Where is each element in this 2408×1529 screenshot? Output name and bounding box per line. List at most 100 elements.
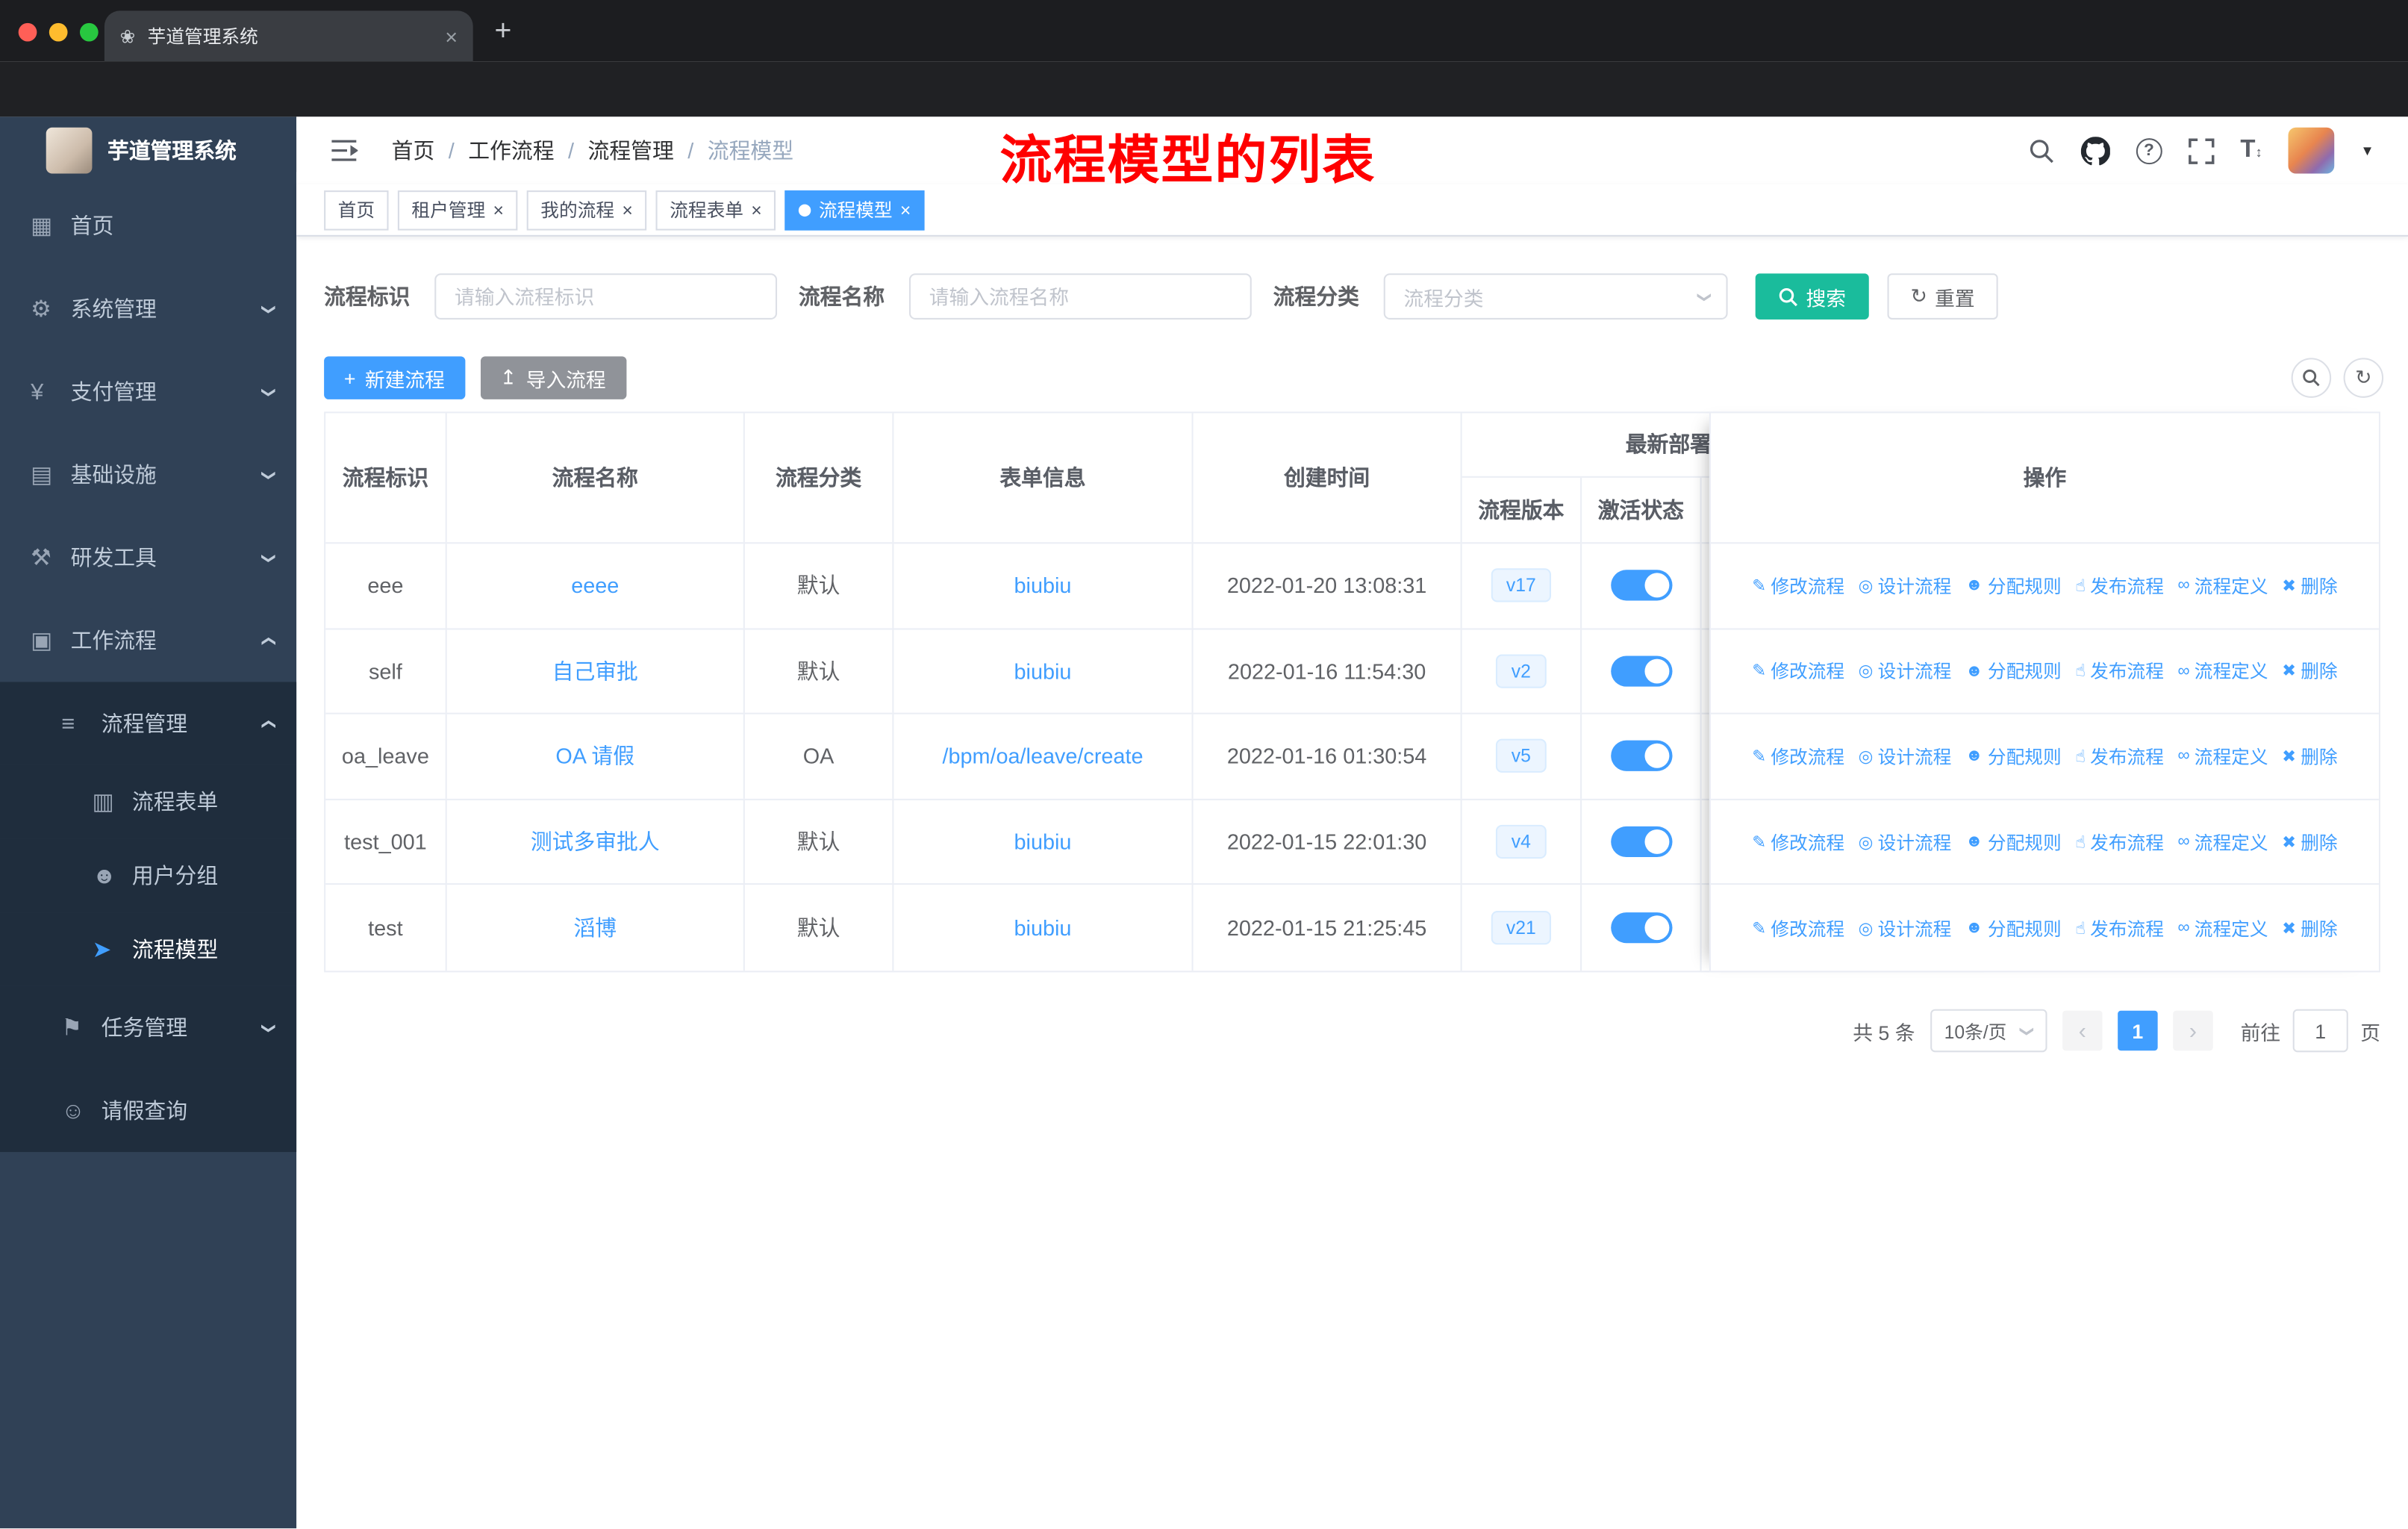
sidebar-item-9[interactable]: ➤ 流程模型: [0, 912, 297, 986]
action-definition-link[interactable]: ∞ 流程定义: [2177, 915, 2268, 941]
tag-close-icon[interactable]: ×: [493, 200, 503, 219]
create-process-button[interactable]: + 新建流程: [324, 356, 465, 399]
action-assign-link[interactable]: ☻ 分配规则: [1965, 915, 2062, 941]
search-icon[interactable]: [2028, 137, 2054, 164]
action-definition-link[interactable]: ∞ 流程定义: [2177, 573, 2268, 599]
sidebar-item-4[interactable]: ⚒ 研发工具 ❯: [0, 516, 296, 599]
active-toggle[interactable]: [1610, 826, 1672, 858]
sidebar-item-10[interactable]: ⚑ 任务管理 ❯: [0, 985, 297, 1069]
prev-page-button[interactable]: ‹: [2062, 1010, 2103, 1051]
action-design-link[interactable]: ◎ 设计流程: [1859, 829, 1952, 855]
cell-category: 默认: [745, 800, 894, 884]
sidebar-item-1[interactable]: ⚙ 系统管理 ❯: [0, 267, 296, 350]
sidebar-item-0[interactable]: ▦ 首页: [0, 184, 296, 267]
avatar[interactable]: [2288, 127, 2335, 174]
sidebar-item-7[interactable]: ▥ 流程表单: [0, 764, 297, 839]
fullscreen-icon[interactable]: [2188, 137, 2215, 164]
action-assign-link[interactable]: ☻ 分配规则: [1965, 573, 2062, 599]
action-delete-link[interactable]: ✖ 删除: [2282, 915, 2338, 941]
tag-1[interactable]: 租户管理 ×: [397, 190, 518, 230]
process-name-link[interactable]: 滔博: [573, 912, 617, 943]
action-delete-link[interactable]: ✖ 删除: [2282, 744, 2338, 770]
maximize-window-button[interactable]: [79, 22, 99, 42]
filter-name-input[interactable]: [908, 273, 1252, 320]
action-design-link[interactable]: ◎ 设计流程: [1859, 573, 1952, 599]
tag-3[interactable]: 流程表单 ×: [655, 190, 776, 230]
breadcrumb-flow-manage[interactable]: 流程管理: [588, 135, 674, 166]
avatar-caret-icon[interactable]: ▼: [2360, 143, 2374, 158]
minimize-window-button[interactable]: [49, 22, 68, 42]
action-edit-link[interactable]: ✎ 修改流程: [1752, 915, 1844, 941]
action-edit-link[interactable]: ✎ 修改流程: [1752, 829, 1844, 855]
tag-0[interactable]: 首页: [324, 190, 389, 230]
action-edit-link[interactable]: ✎ 修改流程: [1752, 658, 1844, 684]
filter-category-select[interactable]: 流程分类 ❯: [1383, 273, 1728, 320]
action-assign-link[interactable]: ☻ 分配规则: [1965, 829, 2062, 855]
process-name-link[interactable]: eeee: [571, 573, 619, 598]
process-name-link[interactable]: OA 请假: [555, 741, 634, 772]
page-size-select[interactable]: 10条/页 ❯: [1930, 1009, 2047, 1053]
tag-close-icon[interactable]: ×: [900, 200, 911, 219]
action-publish-link[interactable]: ☝ 发布流程: [2075, 744, 2164, 770]
hamburger-icon[interactable]: [330, 138, 358, 163]
form-info-link[interactable]: biubiu: [1014, 916, 1072, 941]
font-size-icon[interactable]: T↕: [2240, 137, 2262, 164]
sidebar-item-11[interactable]: ☺ 请假查询: [0, 1068, 297, 1153]
action-definition-link[interactable]: ∞ 流程定义: [2177, 744, 2268, 770]
next-page-button[interactable]: ›: [2173, 1010, 2213, 1051]
tag-4[interactable]: 流程模型 ×: [785, 190, 925, 230]
process-name-link[interactable]: 自己审批: [552, 655, 638, 686]
form-info-link[interactable]: biubiu: [1014, 573, 1072, 598]
definition-icon: ∞: [2177, 832, 2190, 851]
active-toggle[interactable]: [1610, 912, 1672, 944]
close-window-button[interactable]: [18, 22, 37, 42]
action-publish-link[interactable]: ☝ 发布流程: [2075, 658, 2164, 684]
sidebar-item-5[interactable]: ▣ 工作流程 ❯: [0, 599, 296, 682]
form-info-link[interactable]: biubiu: [1014, 658, 1072, 683]
breadcrumb-workflow[interactable]: 工作流程: [468, 135, 554, 166]
goto-page-input[interactable]: [2292, 1009, 2348, 1053]
action-edit-link[interactable]: ✎ 修改流程: [1752, 744, 1844, 770]
sidebar-item-2[interactable]: ¥ 支付管理 ❯: [0, 350, 296, 433]
tag-close-icon[interactable]: ×: [622, 200, 632, 219]
action-delete-link[interactable]: ✖ 删除: [2282, 658, 2338, 684]
reset-button[interactable]: ↻ 重置: [1887, 273, 1998, 320]
tag-close-icon[interactable]: ×: [751, 200, 761, 219]
sidebar-item-8[interactable]: ☻ 用户分组: [0, 838, 297, 913]
current-page-button[interactable]: 1: [2118, 1010, 2158, 1051]
sidebar-item-3[interactable]: ▤ 基础设施 ❯: [0, 433, 296, 516]
action-assign-link[interactable]: ☻ 分配规则: [1965, 744, 2062, 770]
action-assign-link[interactable]: ☻ 分配规则: [1965, 658, 2062, 684]
form-info-link[interactable]: /bpm/oa/leave/create: [942, 744, 1143, 769]
action-publish-link[interactable]: ☝ 发布流程: [2075, 915, 2164, 941]
action-definition-link[interactable]: ∞ 流程定义: [2177, 658, 2268, 684]
header-active-status: 激活状态: [1582, 476, 1702, 543]
action-publish-link[interactable]: ☝ 发布流程: [2075, 573, 2164, 599]
form-info-link[interactable]: biubiu: [1014, 829, 1072, 854]
import-process-button[interactable]: ↥ 导入流程: [480, 356, 626, 399]
browser-tab[interactable]: ❀ 芋道管理系统 ×: [104, 10, 473, 62]
github-icon[interactable]: [2080, 136, 2110, 165]
action-design-link[interactable]: ◎ 设计流程: [1859, 915, 1952, 941]
tab-close-icon[interactable]: ×: [445, 24, 458, 49]
show-search-button[interactable]: [2291, 358, 2332, 398]
refresh-table-button[interactable]: ↻: [2343, 358, 2384, 398]
active-toggle[interactable]: [1610, 570, 1672, 602]
sidebar-item-6[interactable]: ≡ 流程管理 ❯: [0, 682, 297, 765]
active-toggle[interactable]: [1610, 741, 1672, 772]
action-design-link[interactable]: ◎ 设计流程: [1859, 744, 1952, 770]
action-edit-link[interactable]: ✎ 修改流程: [1752, 573, 1844, 599]
action-delete-link[interactable]: ✖ 删除: [2282, 573, 2338, 599]
action-delete-link[interactable]: ✖ 删除: [2282, 829, 2338, 855]
breadcrumb-home[interactable]: 首页: [392, 135, 435, 166]
new-tab-button[interactable]: +: [494, 17, 511, 46]
filter-key-input[interactable]: [434, 273, 778, 320]
search-button[interactable]: 搜索: [1755, 273, 1869, 320]
tag-2[interactable]: 我的流程 ×: [526, 190, 647, 230]
help-icon[interactable]: ?: [2136, 137, 2162, 164]
process-name-link[interactable]: 测试多审批人: [531, 826, 660, 857]
action-publish-link[interactable]: ☝ 发布流程: [2075, 829, 2164, 855]
action-design-link[interactable]: ◎ 设计流程: [1859, 658, 1952, 684]
active-toggle[interactable]: [1610, 655, 1672, 687]
action-definition-link[interactable]: ∞ 流程定义: [2177, 829, 2268, 855]
